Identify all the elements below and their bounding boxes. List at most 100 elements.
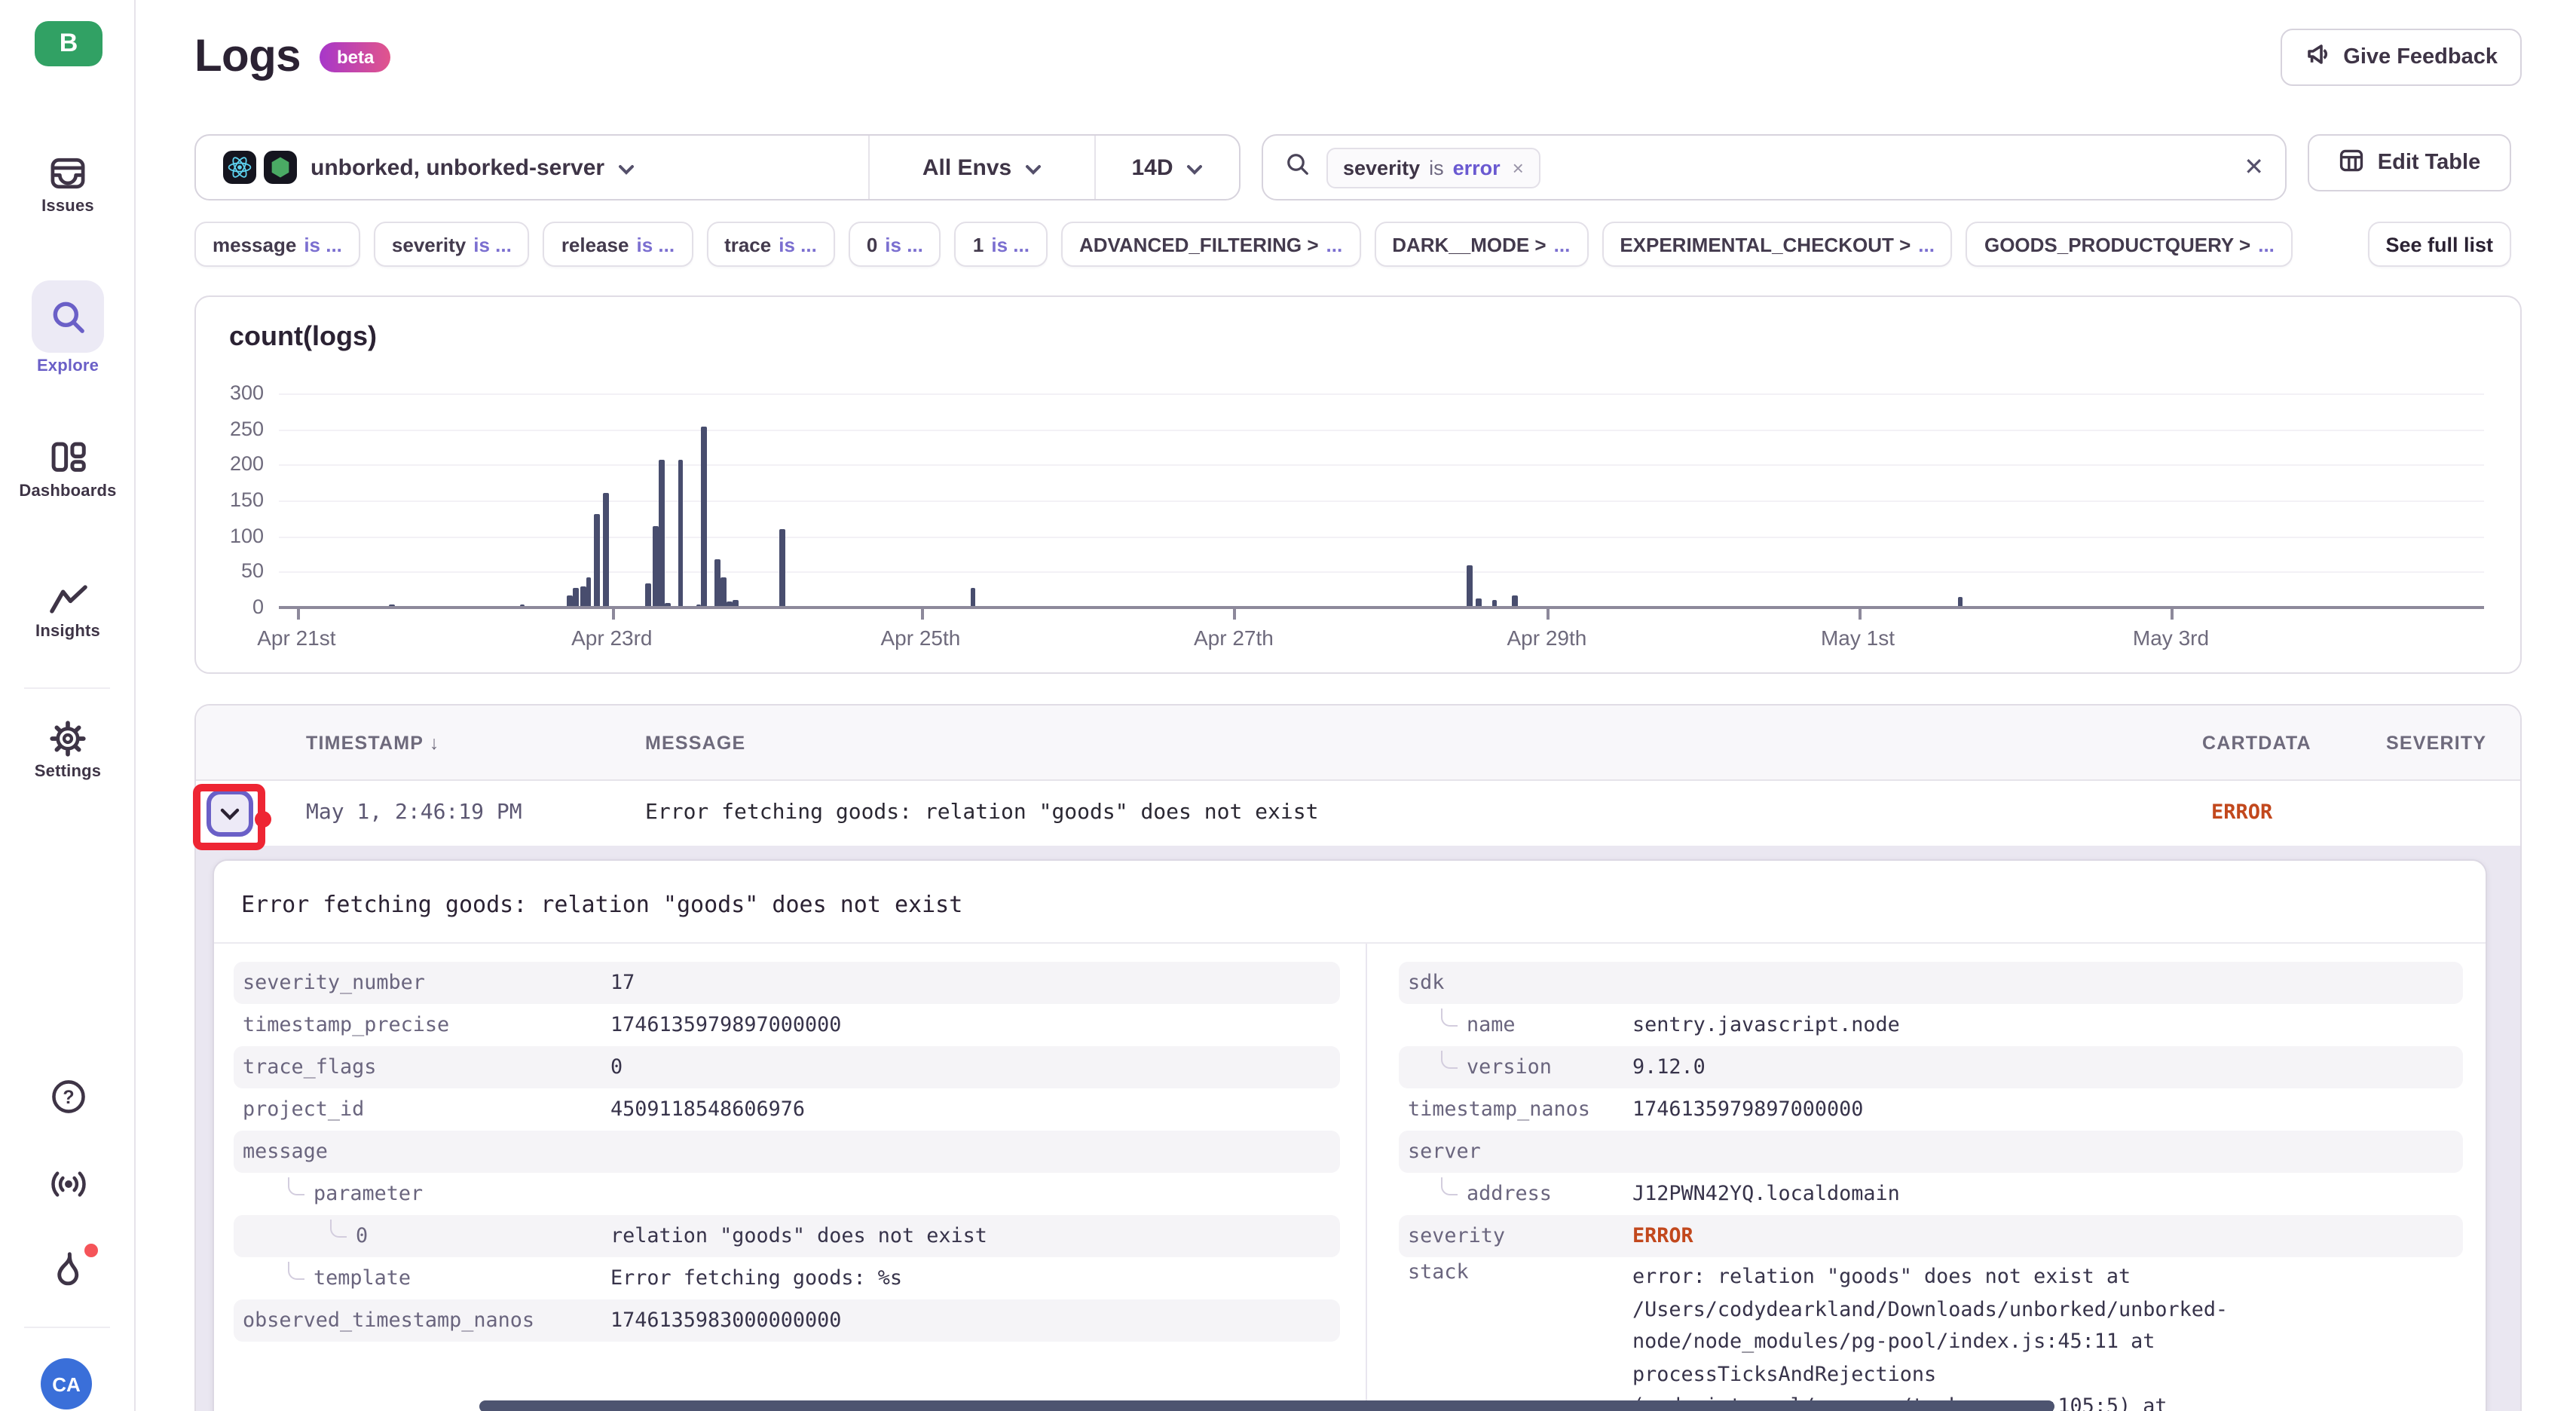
chip-key: trace xyxy=(724,233,771,256)
sidebar-item-issues[interactable]: Issues xyxy=(0,154,136,216)
quick-filter-chip[interactable]: DARK__MODE >... xyxy=(1374,222,1588,267)
x-axis-tick-label: Apr 23rd xyxy=(522,626,702,650)
chip-suffix: is ... xyxy=(885,233,923,256)
attribute-key: sdk xyxy=(1399,972,1632,994)
table-row[interactable]: May 1, 2:46:19 PM Error fetching goods: … xyxy=(196,781,2520,846)
x-axis-tick-label: Apr 27th xyxy=(1143,626,1324,650)
attribute-value: 17 xyxy=(610,972,635,994)
attribute-key: parameter xyxy=(234,1183,610,1205)
page-header: Logs beta Give Feedback xyxy=(194,24,2522,90)
detail-row: server xyxy=(1399,1131,2463,1173)
x-axis-tick xyxy=(1234,609,1237,620)
chip-suffix: is ... xyxy=(636,233,675,256)
settings-icon xyxy=(0,719,136,758)
x-axis-tick-label: Apr 25th xyxy=(830,626,1011,650)
search-input[interactable]: severity is error × ✕ xyxy=(1262,134,2287,200)
x-axis-line xyxy=(279,606,2484,609)
quick-filter-chip[interactable]: EXPERIMENTAL_CHECKOUT >... xyxy=(1602,222,1953,267)
y-axis-tick-label: 50 xyxy=(203,560,264,583)
sidebar-item-dashboards[interactable]: Dashboards xyxy=(0,439,136,500)
tree-connector-icon xyxy=(288,1262,304,1280)
chip-key: 0 xyxy=(867,233,877,256)
x-axis-tick xyxy=(2171,609,2174,620)
column-divider xyxy=(1366,944,1367,1411)
column-header-message[interactable]: MESSAGE xyxy=(645,706,745,781)
search-token-severity[interactable]: severity is error × xyxy=(1326,147,1540,188)
chip-key: DARK__MODE > xyxy=(1392,233,1546,256)
quick-filter-chip[interactable]: severityis ... xyxy=(374,222,530,267)
column-header-severity[interactable]: SEVERITY xyxy=(2386,706,2486,781)
chart-plot: 050100150200250300Apr 21stApr 23rdApr 25… xyxy=(196,297,2520,672)
quick-filter-chip[interactable]: ADVANCED_FILTERING >... xyxy=(1061,222,1360,267)
table-header: TIMESTAMP ↓ MESSAGE CARTDATA SEVERITY xyxy=(196,706,2520,781)
horizontal-scrollbar-thumb[interactable] xyxy=(479,1400,2054,1411)
quick-filter-chip[interactable]: GOODS_PRODUCTQUERY >... xyxy=(1966,222,2293,267)
svg-text:?: ? xyxy=(62,1087,73,1108)
column-header-cartdata[interactable]: CARTDATA xyxy=(2202,706,2311,781)
sidebar-item-settings[interactable]: Settings xyxy=(0,719,136,781)
attribute-key: template xyxy=(234,1267,610,1290)
detail-row: severityERROR xyxy=(1399,1215,2463,1257)
quick-filter-chip[interactable]: release is ... xyxy=(543,222,693,267)
sidebar-item-explore[interactable]: Explore xyxy=(0,280,136,375)
expanded-row-section: Error fetching goods: relation "goods" d… xyxy=(196,846,2520,1411)
search-icon xyxy=(1284,150,1311,185)
quick-filter-chip[interactable]: messageis ... xyxy=(194,222,360,267)
date-range-selector[interactable]: 14D xyxy=(1096,136,1239,199)
quick-filter-chip[interactable]: 1is ... xyxy=(955,222,1048,267)
environment-selector[interactable]: All Envs xyxy=(870,136,1094,199)
chip-key: GOODS_PRODUCTQUERY > xyxy=(1984,233,2250,256)
org-logo[interactable]: B xyxy=(35,21,102,66)
issues-icon xyxy=(0,154,136,193)
y-axis-tick-label: 250 xyxy=(203,417,264,439)
detail-row: version9.12.0 xyxy=(1399,1046,2463,1088)
chip-suffix: ... xyxy=(1554,233,1571,256)
project-selector[interactable]: unborked, unborked-server xyxy=(196,136,868,199)
table-icon xyxy=(2339,147,2366,179)
chip-key: EXPERIMENTAL_CHECKOUT > xyxy=(1620,233,1911,256)
see-full-list-button[interactable]: See full list xyxy=(2367,222,2511,267)
column-header-timestamp[interactable]: TIMESTAMP ↓ xyxy=(306,706,440,781)
attribute-key: severity_number xyxy=(234,972,610,994)
x-axis-tick-label: Apr 21st xyxy=(206,626,387,650)
detail-row: sdk xyxy=(1399,962,2463,1004)
page-title: Logs xyxy=(194,32,301,83)
chip-suffix: ... xyxy=(1326,233,1343,256)
attribute-key: severity xyxy=(1399,1225,1632,1247)
chart-bar xyxy=(659,460,664,608)
help-button[interactable]: ? xyxy=(0,1078,136,1116)
detail-row: addressJ12PWN42YQ.localdomain xyxy=(1399,1173,2463,1215)
attribute-key: timestamp_nanos xyxy=(1399,1098,1632,1121)
onboarding-button[interactable] xyxy=(0,1250,136,1290)
node-icon xyxy=(264,151,297,184)
chart-bar xyxy=(701,427,706,608)
chart-gridline xyxy=(279,572,2484,574)
log-detail-card: Error fetching goods: relation "goods" d… xyxy=(213,859,2487,1411)
user-avatar[interactable]: CA xyxy=(41,1358,92,1409)
edit-table-button[interactable]: Edit Table xyxy=(2308,134,2511,191)
help-icon: ? xyxy=(0,1078,136,1116)
chip-suffix: is ... xyxy=(779,233,817,256)
chevron-down-icon xyxy=(1025,155,1042,180)
x-axis-tick xyxy=(296,609,299,620)
chart-gridline xyxy=(279,393,2484,395)
page-filters: unborked, unborked-server All Envs 14D xyxy=(194,134,1241,200)
y-axis-tick-label: 200 xyxy=(203,452,264,475)
tree-connector-icon xyxy=(288,1177,304,1195)
quick-filter-chip[interactable]: 0 is ... xyxy=(849,222,941,267)
attribute-key: timestamp_precise xyxy=(234,1014,610,1036)
attribute-value: 1746135979897000000 xyxy=(1632,1098,1863,1121)
chart-bar xyxy=(594,515,599,608)
token-remove-icon[interactable]: × xyxy=(1513,156,1524,179)
whats-new-button[interactable] xyxy=(0,1165,136,1203)
search-clear-icon[interactable]: ✕ xyxy=(2244,152,2264,182)
chip-key: release xyxy=(561,233,629,256)
attribute-value: sentry.javascript.node xyxy=(1632,1014,1900,1036)
give-feedback-button[interactable]: Give Feedback xyxy=(2280,29,2522,86)
chart-bar xyxy=(678,460,684,608)
y-axis-tick-label: 100 xyxy=(203,524,264,546)
quick-filter-chip[interactable]: trace is ... xyxy=(706,222,835,267)
sidebar-item-insights[interactable]: Insights xyxy=(0,580,136,641)
logs-table: TIMESTAMP ↓ MESSAGE CARTDATA SEVERITY Ma… xyxy=(194,704,2522,1411)
chevron-down-icon xyxy=(618,155,635,180)
